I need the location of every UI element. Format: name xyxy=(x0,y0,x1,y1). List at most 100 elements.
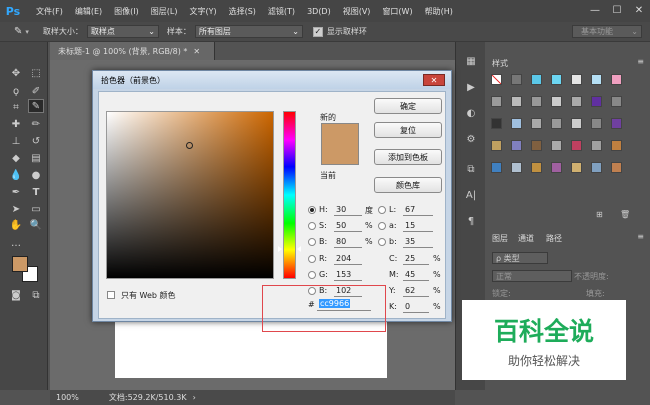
style-swatch[interactable] xyxy=(571,74,582,85)
character-icon[interactable]: A| xyxy=(463,188,479,202)
gradient-tool-icon[interactable]: ▤ xyxy=(28,151,44,165)
add-to-swatches-button[interactable]: 添加到色板 xyxy=(374,149,442,165)
style-swatch[interactable] xyxy=(551,74,562,85)
k-field[interactable]: 0 xyxy=(403,302,429,313)
marquee-tool-icon[interactable]: ⬚ xyxy=(28,66,44,80)
menu-image[interactable]: 图像(I) xyxy=(114,6,139,17)
tab-paths[interactable]: 路径 xyxy=(546,233,562,244)
zoom-tool-icon[interactable]: 🔍 xyxy=(28,218,44,232)
radio-s[interactable] xyxy=(308,222,316,230)
style-swatch[interactable] xyxy=(491,118,502,129)
menu-edit[interactable]: 编辑(E) xyxy=(75,6,102,17)
style-swatch[interactable] xyxy=(531,140,542,151)
hue-slider[interactable] xyxy=(283,111,296,279)
style-swatch[interactable] xyxy=(551,140,562,151)
style-swatch[interactable] xyxy=(611,118,622,129)
quick-mask-icon[interactable]: ◙ xyxy=(8,288,24,302)
style-swatch[interactable] xyxy=(611,140,622,151)
style-swatch[interactable] xyxy=(571,162,582,173)
style-swatch[interactable] xyxy=(531,74,542,85)
panel-menu-icon[interactable]: ≡ xyxy=(637,232,644,241)
only-web-colors-checkbox[interactable] xyxy=(107,291,115,299)
tab-channels[interactable]: 通道 xyxy=(518,233,534,244)
style-swatch[interactable] xyxy=(551,96,562,107)
eyedropper-tool-icon[interactable]: ✎ xyxy=(14,26,22,37)
style-swatch[interactable] xyxy=(531,162,542,173)
radio-r[interactable] xyxy=(308,255,316,263)
adjustment-icon[interactable]: ◐ xyxy=(463,106,479,120)
path-select-tool-icon[interactable]: ➤ xyxy=(8,202,24,216)
menu-view[interactable]: 视图(V) xyxy=(343,6,371,17)
blur-tool-icon[interactable]: 💧 xyxy=(8,168,24,182)
lasso-tool-icon[interactable]: ϙ xyxy=(8,84,24,98)
shape-tool-icon[interactable]: ▭ xyxy=(28,202,44,216)
history-brush-tool-icon[interactable]: ↺ xyxy=(28,134,44,148)
reset-button[interactable]: 复位 xyxy=(374,122,442,138)
style-swatch[interactable] xyxy=(611,96,622,107)
move-tool-icon[interactable]: ✥ xyxy=(8,66,24,80)
style-swatch[interactable] xyxy=(591,74,602,85)
healing-brush-tool-icon[interactable]: ✚ xyxy=(8,117,24,131)
foreground-color-swatch[interactable] xyxy=(12,256,28,272)
close-window-button[interactable]: ✕ xyxy=(628,0,650,20)
color-panel-icon[interactable]: ▦ xyxy=(463,54,479,68)
a-field[interactable]: 15 xyxy=(403,221,433,232)
new-style-icon[interactable]: ⊞ xyxy=(596,210,603,219)
s-field[interactable]: 50 xyxy=(334,221,362,232)
style-swatch[interactable] xyxy=(611,162,622,173)
style-swatch[interactable] xyxy=(591,118,602,129)
y-field[interactable]: 62 xyxy=(403,286,429,297)
brush-tool-icon[interactable]: ✏ xyxy=(28,117,44,131)
style-swatch[interactable] xyxy=(491,74,502,85)
chevron-right-icon[interactable]: › xyxy=(193,393,196,402)
radio-lab-b[interactable] xyxy=(378,238,386,246)
g-field[interactable]: 153 xyxy=(334,270,362,281)
lab-b-field[interactable]: 35 xyxy=(403,237,433,248)
h-field[interactable]: 30 xyxy=(334,205,362,216)
menu-layer[interactable]: 图层(L) xyxy=(151,6,178,17)
style-swatch[interactable] xyxy=(591,96,602,107)
menu-type[interactable]: 文字(Y) xyxy=(189,6,216,17)
l-field[interactable]: 67 xyxy=(403,205,433,216)
screen-mode-icon[interactable]: ⧉ xyxy=(28,288,44,302)
crop-tool-icon[interactable]: ⌗ xyxy=(8,100,24,114)
minimize-button[interactable]: — xyxy=(584,0,606,20)
paragraph-icon[interactable]: ¶ xyxy=(463,214,479,228)
style-swatch[interactable] xyxy=(491,140,502,151)
panel-menu-icon[interactable]: ≡ xyxy=(637,57,644,66)
pen-tool-icon[interactable]: ✒ xyxy=(8,185,24,199)
radio-b[interactable] xyxy=(308,238,316,246)
radio-l[interactable] xyxy=(378,206,386,214)
more-tools-icon[interactable]: … xyxy=(8,236,24,250)
b-field[interactable]: 80 xyxy=(334,237,362,248)
style-swatch[interactable] xyxy=(511,162,522,173)
dodge-tool-icon[interactable]: ● xyxy=(28,168,44,182)
tool-preset-chevron-icon[interactable]: ▾ xyxy=(25,28,29,36)
document-tab[interactable]: 未标题-1 @ 100% (背景, RGB/8) * ✕ xyxy=(50,42,215,60)
style-swatch[interactable] xyxy=(591,162,602,173)
radio-h[interactable] xyxy=(308,206,316,214)
style-swatch[interactable] xyxy=(491,96,502,107)
tab-styles[interactable]: 样式 xyxy=(492,58,508,69)
menu-3d[interactable]: 3D(D) xyxy=(307,7,331,16)
style-swatch[interactable] xyxy=(571,96,582,107)
menu-select[interactable]: 选择(S) xyxy=(229,6,256,17)
eraser-tool-icon[interactable]: ◆ xyxy=(8,151,24,165)
quick-select-tool-icon[interactable]: ✐ xyxy=(28,84,44,98)
menu-help[interactable]: 帮助(H) xyxy=(425,6,453,17)
sample-select[interactable]: 所有图层 ⌄ xyxy=(194,25,303,38)
style-swatch[interactable] xyxy=(491,162,502,173)
tab-layers[interactable]: 图层 xyxy=(492,233,508,244)
style-swatch[interactable] xyxy=(531,96,542,107)
type-tool-icon[interactable]: T xyxy=(28,185,44,199)
clone-source-icon[interactable]: ⧉ xyxy=(463,162,479,176)
m-field[interactable]: 45 xyxy=(403,270,429,281)
play-action-icon[interactable]: ▶ xyxy=(463,80,479,94)
style-swatch[interactable] xyxy=(511,118,522,129)
radio-g[interactable] xyxy=(308,271,316,279)
dialog-close-button[interactable]: ✕ xyxy=(423,74,445,86)
hue-slider-handle-right[interactable] xyxy=(297,246,301,252)
r-field[interactable]: 204 xyxy=(334,254,362,265)
c-field[interactable]: 25 xyxy=(403,254,429,265)
blend-mode-select[interactable]: 正常 xyxy=(492,270,572,282)
